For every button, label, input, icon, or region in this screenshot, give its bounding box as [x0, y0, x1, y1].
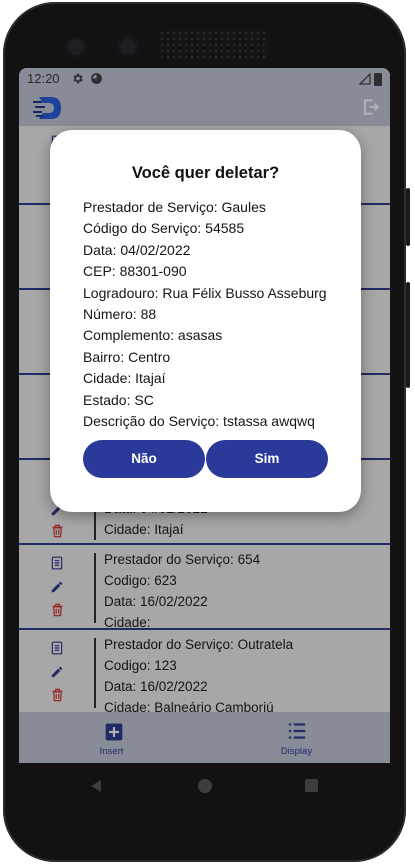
- dialog-complement: Complemento: asasas: [83, 327, 223, 343]
- recents-nav-icon[interactable]: [305, 779, 318, 792]
- dialog-title: Você quer deletar?: [131, 164, 280, 182]
- dialog-neighborhood: Bairro: Centro: [83, 349, 171, 365]
- home-nav-icon[interactable]: [198, 779, 212, 793]
- phone-volume-button: [406, 188, 410, 246]
- phone-power-button: [406, 282, 410, 388]
- back-nav-icon[interactable]: [89, 779, 103, 793]
- phone-camera: [117, 36, 139, 58]
- dialog-provider: Prestador de Serviço: Gaules: [83, 199, 266, 215]
- app-screen: 12:20 Cidade: Itajaí Prestador do Serviç…: [19, 68, 390, 763]
- delete-dialog: Você quer deletar? Prestador de Serviço:…: [50, 130, 361, 512]
- dialog-date: Data: 04/02/2022: [83, 242, 191, 258]
- dialog-city: Cidade: Itajaí: [83, 370, 166, 386]
- yes-button[interactable]: Sim: [206, 440, 328, 478]
- phone-sensor-left: [65, 36, 87, 58]
- dialog-street: Logradouro: Rua Félix Busso Asseburg: [83, 285, 327, 301]
- dialog-number: Número: 88: [83, 306, 157, 322]
- no-button[interactable]: Não: [83, 440, 205, 478]
- dialog-service-code: Código do Serviço: 54585: [83, 220, 245, 236]
- dialog-state: Estado: SC: [83, 392, 154, 408]
- dialog-description: Descrição do Serviço: tstassa awqwq: [83, 413, 315, 429]
- dialog-cep: CEP: 88301-090: [83, 263, 187, 279]
- system-navigation-bar: [19, 763, 390, 809]
- phone-speaker: [159, 30, 269, 60]
